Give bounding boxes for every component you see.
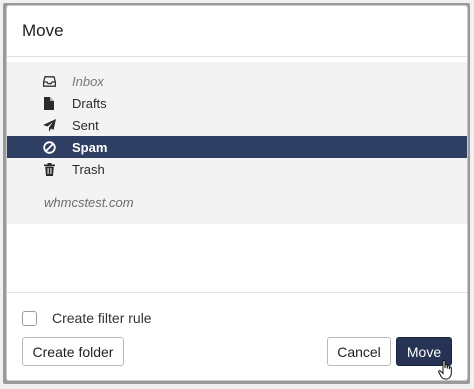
folder-item-drafts[interactable]: Drafts — [7, 92, 467, 114]
dialog-title: Move — [22, 21, 64, 40]
move-dialog: Move Inbox Drafts Sent Spam Trash whmcst… — [6, 5, 468, 381]
folder-label: Spam — [72, 140, 108, 155]
paper-plane-icon — [42, 118, 56, 132]
filter-rule-checkbox[interactable] — [22, 310, 37, 326]
folder-label: Drafts — [72, 96, 107, 111]
ban-icon — [42, 140, 56, 154]
title-divider — [7, 56, 467, 57]
trash-icon — [42, 162, 56, 176]
hand-cursor-icon — [438, 360, 452, 380]
account-label: whmcstest.com — [44, 195, 134, 210]
folder-label: Inbox — [72, 74, 104, 89]
folder-label: Trash — [72, 162, 105, 177]
cancel-button[interactable]: Cancel — [327, 337, 391, 366]
folder-item-trash[interactable]: Trash — [7, 158, 467, 180]
create-folder-button[interactable]: Create folder — [22, 337, 124, 366]
footer-divider — [7, 292, 467, 293]
filter-rule-label: Create filter rule — [52, 310, 152, 326]
file-icon — [42, 96, 56, 110]
filter-rule-row[interactable]: Create filter rule — [22, 309, 152, 327]
folder-item-inbox[interactable]: Inbox — [7, 70, 467, 92]
folder-item-spam[interactable]: Spam — [7, 136, 467, 158]
inbox-icon — [42, 74, 56, 88]
folder-label: Sent — [72, 118, 99, 133]
folder-item-sent[interactable]: Sent — [7, 114, 467, 136]
